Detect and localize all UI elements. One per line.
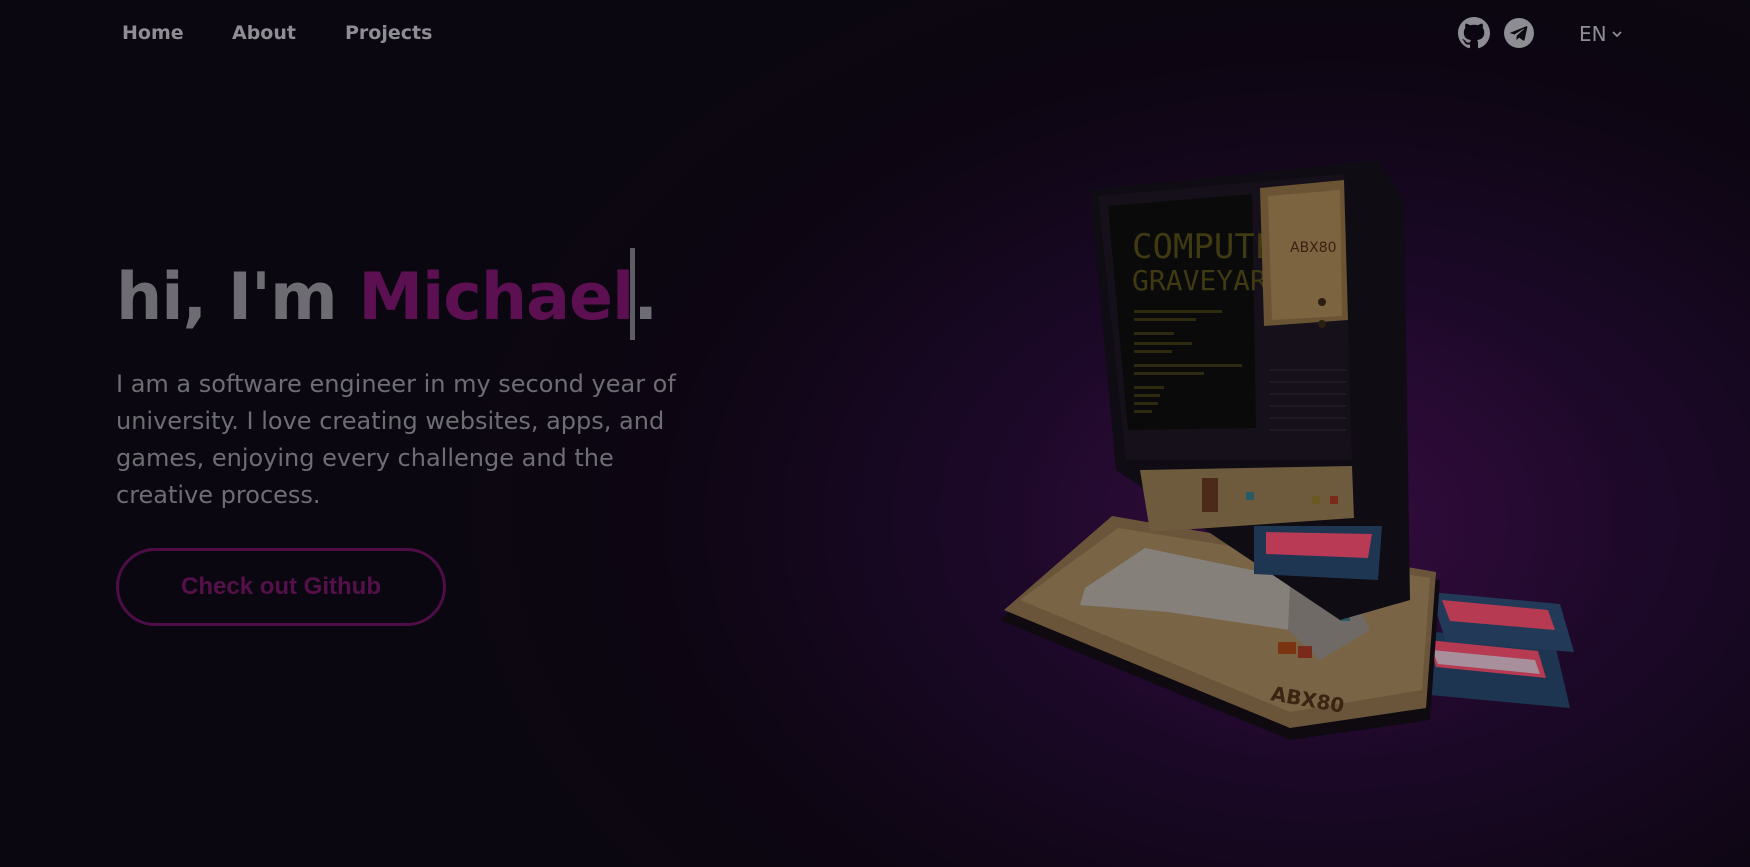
hero-punctuation: .: [633, 260, 658, 335]
hero-description: I am a software engineer in my second ye…: [116, 370, 676, 509]
retro-computer-illustration: COMPUTER GRAVEYARD ABX80 ABX80: [990, 160, 1630, 760]
github-icon[interactable]: [1458, 17, 1490, 49]
github-cta-label: Check out Github: [181, 573, 381, 600]
brand-logo: ABX80: [1290, 240, 1337, 256]
hero-greeting: hi, I'm: [116, 260, 359, 335]
floppy-disk: [1254, 526, 1382, 580]
nav-link-home[interactable]: Home: [122, 22, 184, 44]
top-nav: Home About Projects EN: [0, 0, 1750, 68]
language-selector[interactable]: EN: [1579, 22, 1623, 46]
nav-link-projects[interactable]: Projects: [345, 22, 432, 44]
typing-caret: [630, 248, 635, 340]
chevron-down-icon: [1611, 31, 1622, 38]
github-cta-button[interactable]: Check out Github: [116, 548, 446, 626]
hero-title: hi, I'm Michael.: [116, 258, 658, 338]
language-label: EN: [1579, 22, 1607, 46]
hero-name: Michael: [358, 260, 634, 335]
screen-title-line2: GRAVEYARD: [1132, 264, 1284, 297]
telegram-icon[interactable]: [1503, 17, 1535, 49]
nav-link-about[interactable]: About: [232, 22, 296, 44]
